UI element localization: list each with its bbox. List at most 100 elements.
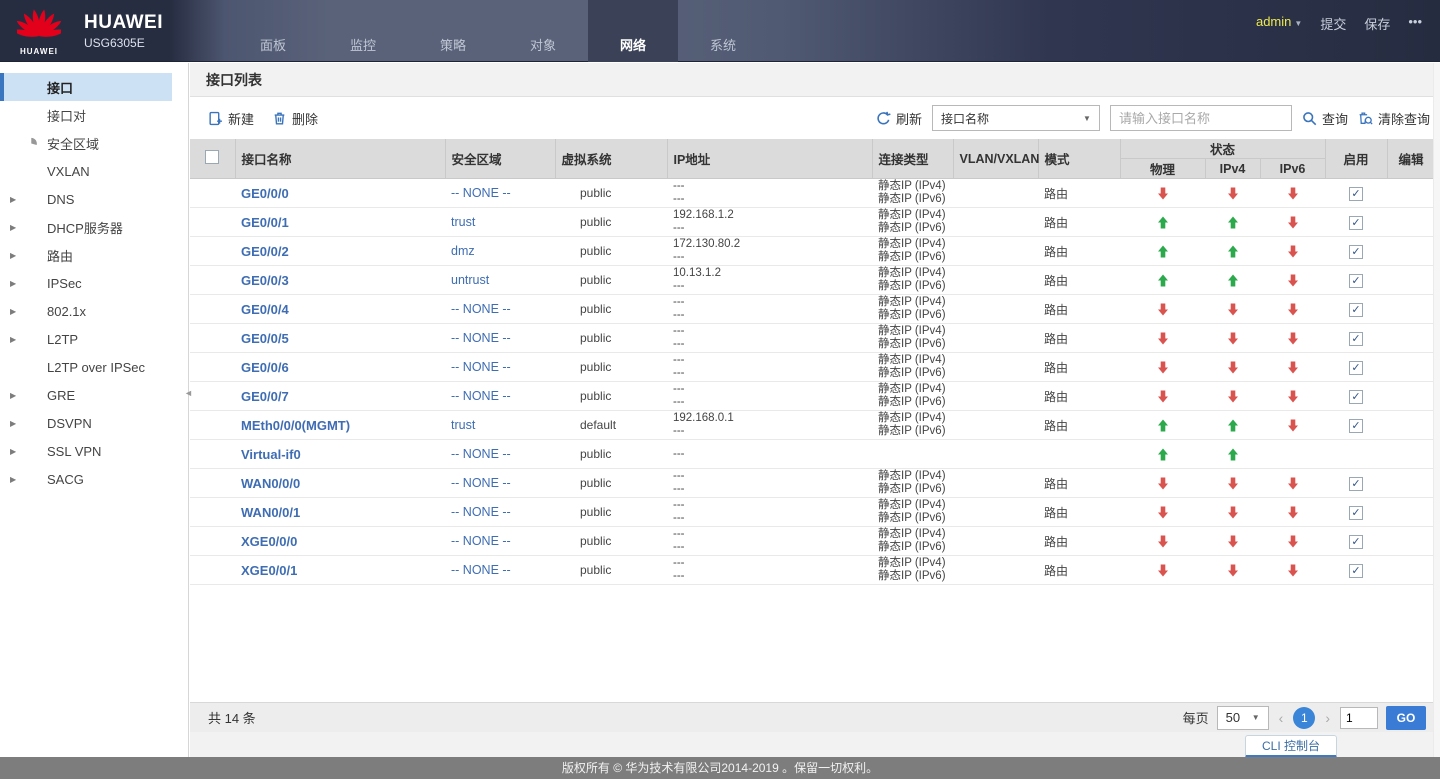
main-scrollbar-track[interactable] (1433, 63, 1440, 757)
interface-name-link[interactable]: GE0/0/2 (241, 244, 289, 259)
sidebar-item-interface[interactable]: ▶接口 (0, 73, 172, 101)
sidebar-item-dhcp-server[interactable]: ▶ DHCP服务器 (0, 213, 188, 241)
enable-checkbox[interactable]: ✓ (1349, 244, 1363, 259)
security-zone-link[interactable]: -- NONE -- (451, 389, 511, 403)
interface-name-link[interactable]: GE0/0/0 (241, 186, 289, 201)
expand-arrow-icon[interactable]: ▶ (10, 195, 24, 204)
sidebar-item-security-zone[interactable]: ▶安全区域 (0, 129, 188, 157)
sidebar-item-interface-pair[interactable]: ▶接口对 (0, 101, 188, 129)
next-page-button[interactable]: › (1323, 710, 1332, 726)
tab-monitor[interactable]: 监控 (318, 0, 408, 62)
submit-button[interactable]: 提交 (1320, 14, 1346, 33)
search-input[interactable] (1109, 105, 1292, 131)
edit-button[interactable] (1404, 387, 1419, 405)
edit-button[interactable] (1404, 445, 1419, 463)
security-zone-link[interactable]: -- NONE -- (451, 534, 511, 548)
clear-query-button[interactable]: 清除查询 (1358, 109, 1430, 128)
edit-button[interactable] (1404, 213, 1419, 231)
expand-arrow-icon[interactable]: ▶ (10, 447, 24, 456)
enable-checkbox[interactable]: ✓ (1349, 476, 1363, 491)
interface-name-link[interactable]: XGE0/0/0 (241, 534, 297, 549)
sidebar-item-route[interactable]: ▶ 路由 (0, 241, 188, 269)
enable-checkbox[interactable]: ✓ (1349, 186, 1363, 201)
select-all-checkbox[interactable] (205, 150, 220, 164)
interface-name-link[interactable]: GE0/0/3 (241, 273, 289, 288)
interface-name-link[interactable]: GE0/0/6 (241, 360, 289, 375)
enable-checkbox[interactable]: ✓ (1349, 505, 1363, 520)
sidebar-item-ssl-vpn[interactable]: ▶ SSL VPN (0, 437, 188, 465)
edit-button[interactable] (1404, 300, 1419, 318)
filter-type-select[interactable]: 接口名称 ▼ (931, 105, 1100, 131)
enable-checkbox[interactable]: ✓ (1349, 215, 1363, 230)
edit-button[interactable] (1404, 271, 1419, 289)
sidebar-item-ipsec[interactable]: ▶ IPSec (0, 269, 188, 297)
tab-object[interactable]: 对象 (498, 0, 588, 62)
sidebar-item-sacg[interactable]: ▶ SACG (0, 465, 188, 493)
edit-button[interactable] (1404, 184, 1419, 202)
enable-checkbox[interactable]: ✓ (1349, 563, 1363, 578)
user-menu[interactable]: admin ▼ (1256, 14, 1302, 29)
security-zone-link[interactable]: -- NONE -- (451, 360, 511, 374)
interface-name-link[interactable]: GE0/0/4 (241, 302, 289, 317)
edit-button[interactable] (1404, 358, 1419, 376)
edit-button[interactable] (1404, 416, 1419, 434)
security-zone-link[interactable]: trust (451, 215, 475, 229)
security-zone-link[interactable]: trust (451, 418, 475, 432)
interface-name-link[interactable]: Virtual-if0 (241, 447, 301, 462)
security-zone-link[interactable]: -- NONE -- (451, 476, 511, 490)
expand-arrow-icon[interactable]: ▶ (10, 251, 24, 260)
edit-button[interactable] (1404, 561, 1419, 579)
interface-name-link[interactable]: GE0/0/5 (241, 331, 289, 346)
security-zone-link[interactable]: -- NONE -- (451, 563, 511, 577)
save-button[interactable]: 保存 (1364, 14, 1390, 33)
expand-arrow-icon[interactable]: ▶ (10, 419, 24, 428)
sidebar-item-gre[interactable]: ▶ GRE (0, 381, 188, 409)
security-zone-link[interactable]: -- NONE -- (451, 331, 511, 345)
tab-network[interactable]: 网络 (588, 0, 678, 62)
expand-arrow-icon[interactable]: ▶ (10, 307, 24, 316)
cli-console-button[interactable]: CLI 控制台 (1245, 735, 1337, 758)
sidebar-collapse-handle[interactable]: ◄ (184, 388, 193, 398)
interface-name-link[interactable]: GE0/0/1 (241, 215, 289, 230)
edit-button[interactable] (1404, 242, 1419, 260)
tab-dashboard[interactable]: 面板 (228, 0, 318, 62)
edit-button[interactable] (1404, 532, 1419, 550)
sidebar-item-dsvpn[interactable]: ▶ DSVPN (0, 409, 188, 437)
enable-checkbox[interactable]: ✓ (1349, 273, 1363, 288)
sidebar-item-dns[interactable]: ▶ DNS (0, 185, 188, 213)
expand-arrow-icon[interactable]: ▶ (10, 223, 24, 232)
interface-name-link[interactable]: WAN0/0/0 (241, 476, 300, 491)
interface-name-link[interactable]: WAN0/0/1 (241, 505, 300, 520)
refresh-button[interactable]: 刷新 (876, 109, 922, 128)
security-zone-link[interactable]: -- NONE -- (451, 186, 511, 200)
per-page-select[interactable]: 50 ▼ (1216, 705, 1269, 730)
interface-name-link[interactable]: GE0/0/7 (241, 389, 289, 404)
current-page-button[interactable]: 1 (1293, 706, 1316, 729)
sidebar-item-l2tp-over-ipsec[interactable]: ▶L2TP over IPSec (0, 353, 188, 381)
enable-checkbox[interactable]: ✓ (1349, 331, 1363, 346)
query-button[interactable]: 查询 (1302, 109, 1348, 128)
expand-arrow-icon[interactable]: ▶ (10, 279, 24, 288)
more-menu-icon[interactable]: ••• (1408, 14, 1422, 29)
tab-policy[interactable]: 策略 (408, 0, 498, 62)
expand-arrow-icon[interactable]: ▶ (10, 391, 24, 400)
prev-page-button[interactable]: ‹ (1277, 710, 1286, 726)
tab-system[interactable]: 系统 (678, 0, 768, 62)
new-button[interactable]: 新建 (208, 109, 254, 128)
go-button[interactable]: GO (1386, 705, 1426, 730)
enable-checkbox[interactable]: ✓ (1349, 389, 1363, 404)
enable-checkbox[interactable]: ✓ (1349, 534, 1363, 549)
delete-button[interactable]: 删除 (272, 109, 318, 128)
security-zone-link[interactable]: untrust (451, 273, 489, 287)
expand-arrow-icon[interactable]: ▶ (10, 475, 24, 484)
edit-button[interactable] (1404, 329, 1419, 347)
enable-checkbox[interactable]: ✓ (1349, 360, 1363, 375)
sidebar-item-dot1x[interactable]: ▶ 802.1x (0, 297, 188, 325)
sidebar-item-l2tp[interactable]: ▶ L2TP (0, 325, 188, 353)
interface-name-link[interactable]: XGE0/0/1 (241, 563, 297, 578)
interface-name-link[interactable]: MEth0/0/0(MGMT) (241, 418, 350, 433)
enable-checkbox[interactable]: ✓ (1349, 418, 1363, 433)
security-zone-link[interactable]: -- NONE -- (451, 505, 511, 519)
edit-button[interactable] (1404, 474, 1419, 492)
sidebar-item-vxlan[interactable]: ▶VXLAN (0, 157, 188, 185)
